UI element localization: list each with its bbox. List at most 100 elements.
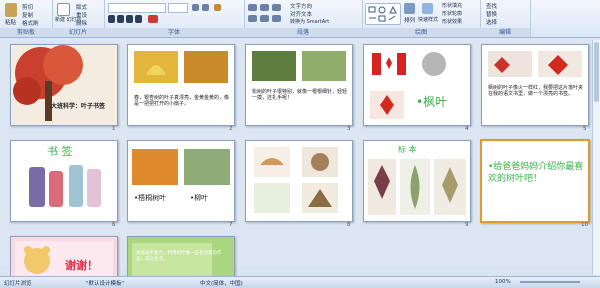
text-direction-button[interactable]: 文字方向 <box>290 2 312 10</box>
font-color-icon[interactable] <box>148 15 158 23</box>
format-painter-button[interactable]: 格式刷 <box>22 19 39 27</box>
status-language: 中文(简体，中国) <box>200 281 243 287</box>
slide-number-4: 4 <box>465 126 469 132</box>
font-name-combo[interactable] <box>108 3 166 13</box>
grow-font-icon[interactable] <box>192 4 199 11</box>
strikethrough-icon[interactable] <box>135 15 142 23</box>
slide-thumb-12[interactable]: 发挥动手能力，利用树叶做一些有创意的作品，美化生活。 <box>127 236 235 277</box>
indent-icon[interactable] <box>272 4 281 11</box>
status-theme: "默认设计模板" <box>86 281 125 287</box>
maple-images <box>370 52 446 119</box>
align-right-icon[interactable] <box>272 15 281 22</box>
arrange-icon[interactable] <box>404 3 415 14</box>
autumn-tree-image <box>11 45 117 125</box>
slide-thumb-10[interactable]: •给爸爸妈妈介绍你最喜欢的树叶吧！ <box>480 139 590 223</box>
zoom-slider[interactable] <box>520 281 580 283</box>
slide-4-text: •枫叶 <box>416 95 448 109</box>
group-label-font: 字体 <box>104 28 244 37</box>
slide-thumb-9[interactable]: 标 本 <box>363 140 471 222</box>
bear-thankyou-image <box>11 237 117 277</box>
find-button[interactable]: 查找 <box>486 2 497 10</box>
copy-button[interactable]: 复制 <box>22 11 33 19</box>
slide-thumb-5[interactable]: 枫树的叶子像火一样红，我要把这片落叶夹在我的语文书里，做一个漂亮的书签。 <box>481 44 589 126</box>
slide-7-caption-2: •柳叶 <box>190 194 209 202</box>
group-label-slides: 幻灯片 <box>52 28 104 37</box>
slide-thumb-6[interactable]: 书 签 <box>10 140 118 222</box>
delete-button[interactable]: 删除 <box>76 19 87 27</box>
ginkgo-images <box>134 51 228 83</box>
bold-icon[interactable] <box>108 15 115 23</box>
slide-7-caption-1: •梧桐树叶 <box>134 194 167 202</box>
paste-icon[interactable] <box>5 3 17 17</box>
status-zoom[interactable]: 100% <box>495 279 511 285</box>
shape-effects-button[interactable]: 形状效果 <box>442 18 462 25</box>
slide-5-text: 枫树的叶子像火一样红，我要把这片落叶夹在我的语文书里，做一个漂亮的书签。 <box>488 85 584 97</box>
font-group: 字体 <box>104 0 245 37</box>
replace-button[interactable]: 替换 <box>486 10 497 18</box>
paste-button[interactable]: 粘贴 <box>5 18 16 26</box>
slide-thumb-2[interactable]: 春，银杏树的叶子真漂亮，金黄金黄的，像是一把把打开的小扇子。 <box>127 44 235 126</box>
slide-thumb-11[interactable]: 谢谢！ <box>10 236 118 277</box>
cut-button[interactable]: 剪切 <box>22 3 33 11</box>
quick-styles-icon[interactable] <box>422 3 433 14</box>
group-label-drawing: 绘图 <box>362 28 480 37</box>
slide-10-text: •给爸爸妈妈介绍你最喜欢的树叶吧！ <box>488 162 584 184</box>
vertical-scrollbar[interactable] <box>592 40 600 275</box>
slide-12-text: 发挥动手能力，利用树叶做一些有创意的作品，美化生活。 <box>136 251 222 262</box>
slide-thumb-4[interactable]: •枫叶 <box>363 44 471 126</box>
group-label-editing: 编辑 <box>480 28 530 37</box>
select-button[interactable]: 选择 <box>486 18 497 26</box>
underline-icon[interactable] <box>126 15 133 23</box>
align-text-button[interactable]: 对齐文本 <box>290 10 312 18</box>
group-label-paragraph: 段落 <box>244 28 362 37</box>
slide-number-1: 1 <box>112 126 116 132</box>
slide-number-5: 5 <box>583 126 587 132</box>
shrink-font-icon[interactable] <box>202 4 209 11</box>
pine-images <box>252 51 346 81</box>
italic-icon[interactable] <box>117 15 124 23</box>
numbering-icon[interactable] <box>260 4 269 11</box>
quick-styles-button[interactable]: 快速样式 <box>418 16 438 23</box>
status-bar: 幻灯片浏览 "默认设计模板" 中文(简体，中国) 100% <box>0 276 600 288</box>
scrollbar-thumb[interactable] <box>594 42 599 102</box>
shapes-gallery-icon <box>368 5 397 22</box>
slide-number-3: 3 <box>347 126 351 132</box>
slide-thumb-1[interactable]: 大班科学：叶子书签 <box>10 44 118 126</box>
shape-outline-button[interactable]: 形状轮廓 <box>442 10 462 17</box>
arrange-button[interactable]: 排列 <box>404 16 415 24</box>
smartart-button[interactable]: 转换为 SmartArt <box>290 18 329 25</box>
slide-1-title: 大班科学：叶子书签 <box>51 103 106 110</box>
paragraph-group: 文字方向 对齐文本 转换为 SmartArt 段落 <box>244 0 363 37</box>
bullets-icon[interactable] <box>248 4 257 11</box>
slide-number-6: 6 <box>112 222 116 228</box>
slide-2-text: 春，银杏树的叶子真漂亮，金黄金黄的，像是一把把打开的小扇子。 <box>134 95 230 107</box>
align-center-icon[interactable] <box>260 15 269 22</box>
slide-6-title: 书 签 <box>47 145 73 158</box>
shape-fill-button[interactable]: 形状填充 <box>442 2 462 9</box>
slide-thumb-8[interactable] <box>245 140 353 222</box>
layout-button[interactable]: 版式 <box>76 3 87 11</box>
reset-button[interactable]: 重设 <box>76 11 87 19</box>
editing-group: 查找 替换 选择 编辑 <box>480 0 531 37</box>
slide-number-7: 7 <box>229 222 233 228</box>
leaf-art-images <box>254 147 338 213</box>
specimen-images <box>368 159 466 215</box>
slide-number-2: 2 <box>229 126 233 132</box>
drawing-group: 排列 快速样式 形状填充 形状轮廓 形状效果 绘图 <box>362 0 481 37</box>
slides-group: 新建 幻灯片 版式 重设 删除 幻灯片 <box>52 0 105 37</box>
slide-number-8: 8 <box>347 222 351 228</box>
slide-3-text: 松树的叶子很特别，就像一根根细针，轻轻一摸，还扎手呢！ <box>252 89 348 101</box>
new-slide-icon[interactable] <box>57 3 70 16</box>
slide-thumb-7[interactable]: •梧桐树叶 •柳叶 <box>127 140 235 222</box>
slide-number-10: 10 <box>581 222 588 228</box>
leaf-photos <box>132 149 230 185</box>
clear-format-icon[interactable] <box>214 4 221 11</box>
slide-thumb-3[interactable]: 松树的叶子很特别，就像一根根细针，轻轻一摸，还扎手呢！ <box>245 44 353 126</box>
clipboard-group: 粘贴 剪切 复制 格式刷 剪贴板 <box>0 0 53 37</box>
slide-11-text: 谢谢！ <box>65 259 98 272</box>
shapes-gallery[interactable] <box>365 3 401 25</box>
align-left-icon[interactable] <box>248 15 257 22</box>
font-size-combo[interactable] <box>168 3 188 13</box>
status-view: 幻灯片浏览 <box>4 281 32 287</box>
group-label-clipboard: 剪贴板 <box>0 28 52 37</box>
